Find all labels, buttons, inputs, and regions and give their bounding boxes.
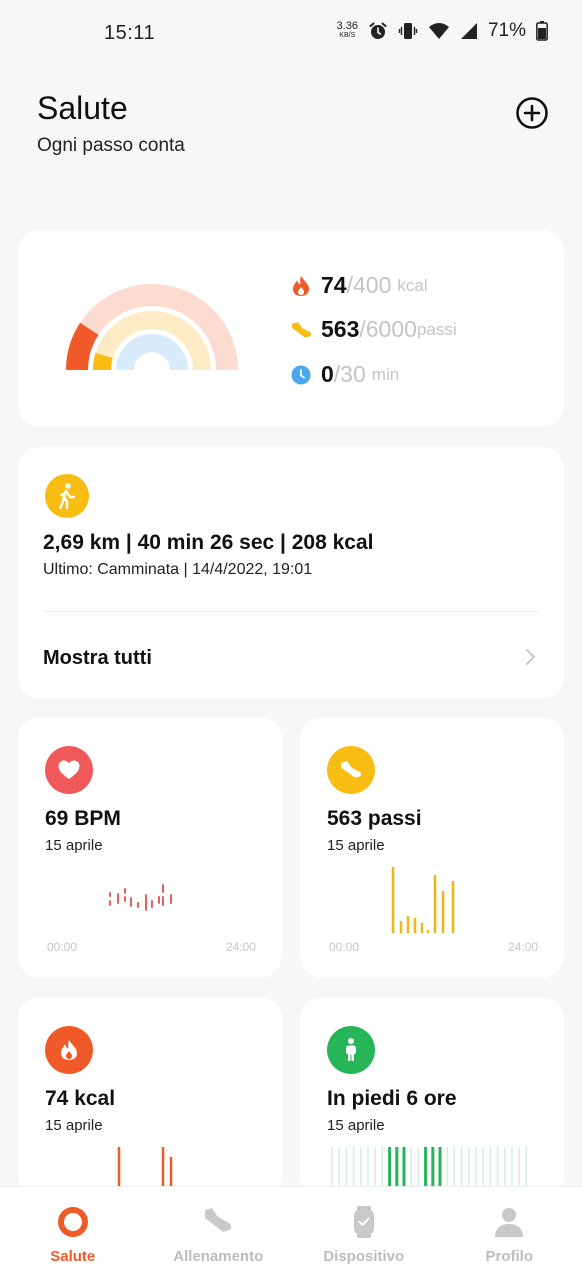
health-ring-icon: [57, 1207, 88, 1237]
status-time: 15:11: [104, 22, 156, 44]
nav-label-dispositivo: Dispositivo: [323, 1248, 405, 1265]
status-bar: 15:11 3.36 KB/S 71%: [0, 0, 582, 66]
heart-rate-axis-start: 00:00: [47, 940, 78, 954]
steps-unit: passi: [416, 319, 457, 339]
standing-person-icon: [327, 1026, 375, 1074]
nav-label-salute: Salute: [50, 1248, 96, 1265]
activity-rings: [66, 284, 238, 371]
heart-rate-chart: [109, 884, 172, 911]
steps-tile-value: 563 passi: [327, 807, 422, 830]
steps-goal: /6000: [359, 316, 417, 342]
steps-current: 563: [321, 316, 360, 342]
nav-item-salute[interactable]: Salute: [0, 1187, 146, 1280]
steps-tile-date: 15 aprile: [327, 837, 385, 854]
standing-tile[interactable]: In piedi 6 ore 15 aprile: [300, 997, 564, 1197]
status-icons: 3.36 KB/S 71%: [337, 20, 548, 42]
battery-icon: [536, 21, 548, 41]
bottom-nav: Salute Allenamento Dispositivo Profilo: [0, 1186, 582, 1280]
minutes-ring-track: [116, 334, 188, 371]
network-speed-value: 3.36: [336, 20, 358, 32]
calories-metric: 74 /400 kcal: [290, 272, 428, 299]
show-all-label: Mostra tutti: [43, 647, 152, 669]
minutes-current: 0: [321, 361, 334, 387]
minutes-unit: min: [371, 364, 400, 384]
heart-icon: [45, 746, 93, 794]
alarm-icon: [369, 22, 387, 39]
wifi-icon: [428, 23, 449, 39]
page-subtitle: Ogni passo conta: [37, 135, 185, 156]
last-workout-card[interactable]: 2,69 km | 40 min 26 sec | 208 kcal Ultim…: [18, 447, 564, 699]
calories-tile[interactable]: 74 kcal 15 aprile: [18, 997, 282, 1197]
walking-icon: [45, 474, 89, 518]
calories-goal: /400: [346, 272, 392, 298]
standing-tile-date: 15 aprile: [327, 1117, 385, 1134]
minutes-metric: 0 /30 min: [290, 361, 399, 388]
chevron-right-icon: [526, 649, 535, 665]
steps-ring-progress: [92, 352, 113, 371]
standing-tile-value: In piedi 6 ore: [327, 1087, 457, 1110]
calories-tile-date: 15 aprile: [45, 1117, 103, 1134]
heart-rate-tile[interactable]: 69 BPM 15 aprile 00:00 24:00: [18, 717, 282, 978]
shoe-icon: [327, 746, 375, 794]
nav-item-dispositivo[interactable]: Dispositivo: [291, 1187, 437, 1280]
battery-percent: 71%: [487, 20, 526, 41]
person-icon: [495, 1208, 524, 1237]
page-title: Salute: [37, 90, 128, 126]
workout-summary: 2,69 km | 40 min 26 sec | 208 kcal: [43, 531, 374, 554]
clock-icon: [290, 364, 312, 386]
signal-icon: [460, 23, 477, 39]
nav-label-profilo: Profilo: [485, 1248, 534, 1265]
calories-current: 74: [321, 272, 347, 298]
steps-axis-start: 00:00: [329, 940, 360, 954]
shoe-icon: [290, 319, 312, 341]
steps-axis-end: 24:00: [507, 940, 538, 954]
network-speed-unit: KB/S: [339, 32, 356, 39]
heart-rate-axis-end: 24:00: [225, 940, 256, 954]
nav-item-allenamento[interactable]: Allenamento: [146, 1187, 292, 1280]
calories-ring-progress: [66, 322, 99, 371]
workout-last-detail: Ultimo: Camminata | 14/4/2022, 19:01: [43, 561, 313, 578]
shoe-icon: [205, 1208, 232, 1232]
network-speed: 3.36 KB/S: [337, 21, 358, 41]
calories-tile-value: 74 kcal: [45, 1087, 116, 1110]
watch-icon: [353, 1206, 374, 1238]
vibrate-icon: [398, 23, 418, 39]
flame-icon: [290, 275, 312, 297]
minutes-goal: /30: [333, 361, 366, 387]
calories-unit: kcal: [397, 275, 428, 295]
steps-metric: 563 /6000 passi: [290, 316, 457, 343]
add-button[interactable]: [515, 96, 549, 130]
steps-tile[interactable]: 563 passi 15 aprile 00:00 24:00: [300, 717, 564, 978]
flame-icon: [45, 1026, 93, 1074]
nav-label-allenamento: Allenamento: [173, 1248, 264, 1265]
activity-summary-card[interactable]: 74 /400 kcal 563 /6000 passi 0 /30 min: [18, 230, 564, 427]
heart-rate-date: 15 aprile: [45, 837, 103, 854]
steps-chart: [391, 867, 455, 933]
nav-item-profilo[interactable]: Profilo: [437, 1187, 582, 1280]
heart-rate-value: 69 BPM: [45, 807, 121, 830]
